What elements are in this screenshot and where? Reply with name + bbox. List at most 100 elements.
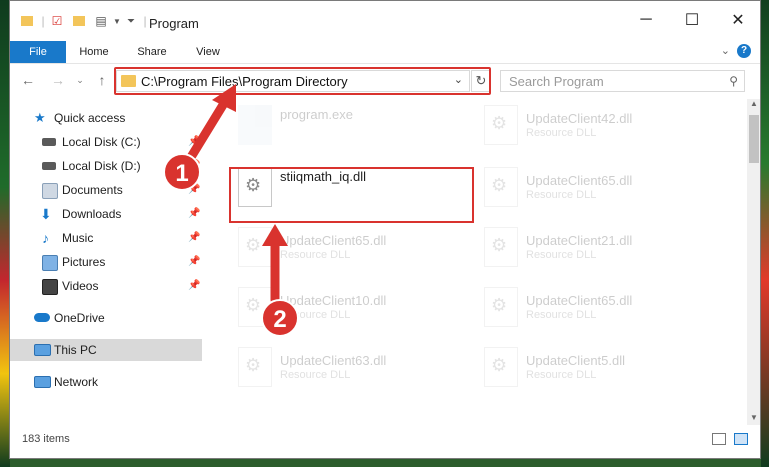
explorer-window: | ☑ ▤ ▼ ⏷ | Program ─ ☐ ✕ File Home Shar…: [9, 0, 761, 459]
sidebar-item-music[interactable]: ♪ Music 📌: [10, 227, 202, 249]
pin-icon[interactable]: 📌: [188, 179, 200, 201]
dll-icon: ⚙: [484, 167, 518, 207]
file-item[interactable]: ⚙ UpdateClient10.dll Resource DLL: [234, 281, 464, 337]
file-name: UpdateClient21.dll: [526, 233, 633, 248]
file-item[interactable]: ⚙ UpdateClient42.dll Resource DLL: [480, 99, 710, 155]
sidebar-item-label: Documents: [62, 183, 123, 197]
ribbon-tabs: File Home Share View ⌄ ?: [10, 41, 760, 64]
separator: |: [41, 14, 45, 28]
minimize-button[interactable]: ─: [624, 5, 668, 35]
tab-view[interactable]: View: [186, 41, 230, 63]
pin-icon[interactable]: 📌: [188, 275, 200, 297]
sidebar-item-pictures[interactable]: Pictures 📌: [10, 251, 202, 273]
computer-icon: [34, 344, 51, 356]
cloud-icon: [34, 313, 50, 322]
new-folder-icon[interactable]: [72, 14, 86, 28]
file-name: UpdateClient65.dll: [526, 173, 633, 188]
file-name: program.exe: [280, 107, 353, 122]
sidebar-item-quick-access[interactable]: ★ Quick access: [10, 107, 202, 129]
file-type: Resource DLL: [280, 249, 351, 261]
up-arrow-icon[interactable]: ↑: [94, 70, 110, 90]
file-item[interactable]: ⚙ UpdateClient5.dll Resource DLL: [480, 341, 710, 397]
dll-icon: ⚙: [238, 347, 272, 387]
dll-icon: ⚙: [238, 227, 272, 267]
sidebar-item-label: Videos: [62, 279, 99, 293]
pin-icon[interactable]: 📌: [188, 203, 200, 225]
file-name: UpdateClient5.dll: [526, 353, 626, 368]
pin-icon[interactable]: 📌: [188, 155, 200, 177]
recent-locations-icon[interactable]: ⌄: [72, 70, 88, 90]
window-title: Program: [149, 16, 199, 31]
network-icon: [34, 376, 51, 388]
title-bar: | ☑ ▤ ▼ ⏷ | Program ─ ☐ ✕: [10, 1, 760, 41]
close-button[interactable]: ✕: [716, 5, 760, 35]
view-options-icon[interactable]: ▤: [94, 14, 108, 28]
pictures-icon: [42, 255, 58, 271]
file-item[interactable]: ⚙ UpdateClient21.dll Resource DLL: [480, 221, 710, 277]
drive-icon: [42, 162, 56, 170]
pin-icon[interactable]: 📌: [188, 251, 200, 273]
sidebar-item-onedrive[interactable]: OneDrive: [10, 307, 202, 329]
properties-icon[interactable]: ☑: [50, 14, 64, 28]
file-item[interactable]: ⚙ UpdateClient65.dll Resource DLL: [480, 281, 710, 337]
vertical-scrollbar[interactable]: ▲ ▼: [747, 99, 760, 425]
address-row: ← → ⌄ ↑ C:\Program Files\Program Directo…: [10, 64, 760, 98]
forward-arrow-icon[interactable]: →: [50, 70, 66, 90]
file-item[interactable]: ⚙ UpdateClient65.dll Resource DLL: [480, 161, 710, 217]
file-item[interactable]: ⚙ UpdateClient63.dll Resource DLL: [234, 341, 464, 397]
gear-icon: ⚙: [245, 295, 262, 315]
file-highlight: [229, 167, 474, 223]
address-bar-highlight: [114, 67, 491, 95]
file-name: UpdateClient63.dll: [280, 353, 387, 368]
search-icon: ⚲: [729, 74, 738, 88]
scroll-up-arrow-icon[interactable]: ▲: [748, 99, 760, 111]
file-type: Resource DLL: [526, 189, 597, 201]
sidebar-item-label: Local Disk (D:): [62, 159, 141, 173]
tab-share[interactable]: Share: [130, 41, 174, 63]
search-input[interactable]: Search Program ⚲: [500, 70, 745, 92]
customize-toolbar-icon[interactable]: ⏷: [124, 14, 138, 28]
gear-icon: ⚙: [245, 355, 262, 375]
scroll-thumb[interactable]: [749, 115, 759, 163]
pin-icon[interactable]: 📌: [188, 227, 200, 249]
file-type: Resource DLL: [280, 369, 351, 381]
gear-icon: ⚙: [491, 355, 508, 375]
search-placeholder: Search Program: [509, 74, 604, 89]
exe-icon: [238, 105, 272, 145]
file-name: UpdateClient65.dll: [280, 233, 387, 248]
help-icon[interactable]: ?: [737, 44, 751, 58]
dll-icon: ⚙: [238, 287, 272, 327]
navigation-pane: ★ Quick access Local Disk (C:) 📌 Local D…: [10, 105, 210, 425]
file-name: UpdateClient42.dll: [526, 111, 633, 126]
file-type: Resource DLL: [280, 309, 351, 321]
sidebar-item-videos[interactable]: Videos 📌: [10, 275, 202, 297]
desktop-background-right: [761, 0, 769, 467]
sidebar-item-label: Music: [62, 231, 94, 245]
expand-ribbon-icon[interactable]: ⌄: [721, 44, 730, 57]
large-icons-view-icon[interactable]: [734, 433, 748, 445]
file-list: program.exe ⚙ UpdateClient42.dll Resourc…: [220, 99, 740, 425]
details-view-icon[interactable]: [712, 433, 726, 445]
back-arrow-icon[interactable]: ←: [20, 70, 36, 90]
sidebar-item-documents[interactable]: Documents 📌: [10, 179, 202, 201]
dll-icon: ⚙: [484, 347, 518, 387]
sidebar-item-local-disk-d[interactable]: Local Disk (D:) 📌: [10, 155, 202, 177]
sidebar-item-label: Network: [54, 375, 99, 389]
sidebar-item-downloads[interactable]: ⬇ Downloads 📌: [10, 203, 202, 225]
maximize-button[interactable]: ☐: [670, 5, 714, 35]
videos-icon: [42, 279, 58, 295]
tab-home[interactable]: Home: [72, 41, 116, 63]
sidebar-item-label: Quick access: [54, 111, 126, 125]
sidebar-item-local-disk-c[interactable]: Local Disk (C:) 📌: [10, 131, 202, 153]
sidebar-item-this-pc[interactable]: This PC: [10, 339, 202, 361]
sidebar-item-network[interactable]: Network: [10, 371, 202, 393]
sidebar-item-label: This PC: [54, 343, 97, 357]
sidebar-item-label: Downloads: [62, 207, 122, 221]
tab-file[interactable]: File: [10, 41, 66, 63]
file-item[interactable]: program.exe: [234, 99, 464, 155]
file-item[interactable]: ⚙ UpdateClient65.dll Resource DLL: [234, 221, 464, 277]
gear-icon: ⚙: [491, 175, 508, 195]
pin-icon[interactable]: 📌: [188, 131, 200, 153]
chevron-down-icon[interactable]: ▼: [110, 14, 124, 28]
scroll-down-arrow-icon[interactable]: ▼: [748, 413, 760, 425]
